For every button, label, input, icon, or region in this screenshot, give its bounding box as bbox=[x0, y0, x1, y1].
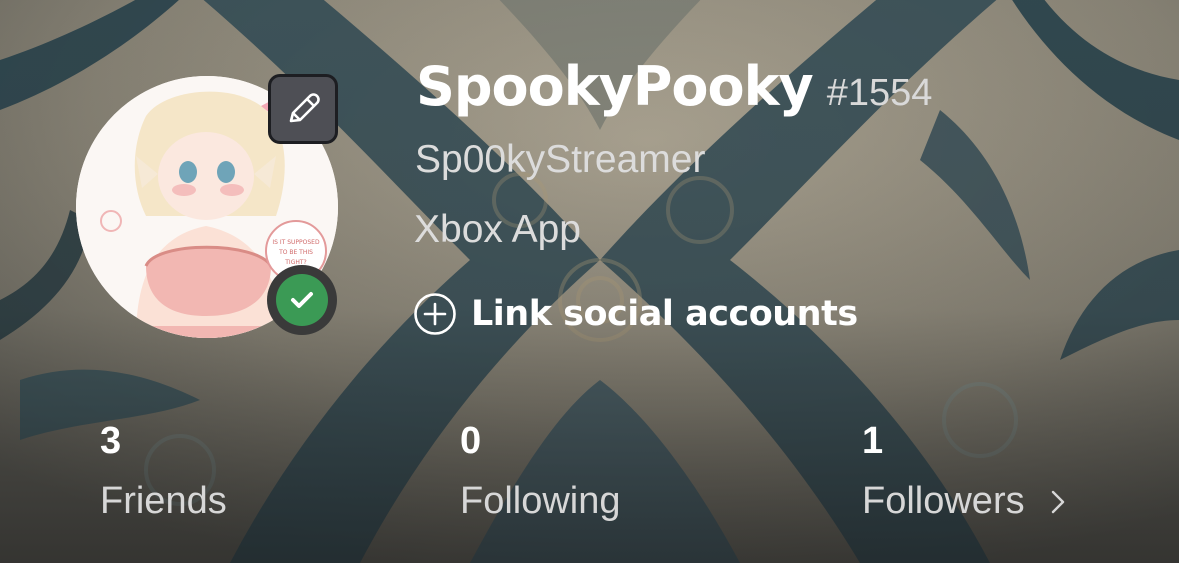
following-count: 0 bbox=[460, 420, 482, 462]
platform-label: Xbox App bbox=[414, 208, 581, 251]
real-name: Sp00kyStreamer bbox=[415, 138, 706, 181]
friends-label: Friends bbox=[100, 480, 227, 522]
following-stat[interactable]: 0 Following bbox=[460, 420, 621, 523]
gamertag-row: SpookyPooky #1554 bbox=[416, 55, 932, 118]
gamertag: SpookyPooky bbox=[416, 55, 814, 118]
chevron-right-icon bbox=[1050, 489, 1066, 519]
link-social-accounts-button[interactable]: Link social accounts bbox=[413, 292, 858, 336]
followers-stat[interactable]: 1 Followers bbox=[862, 420, 1066, 523]
avatar-speech-text: IS IT SUPPOSED bbox=[272, 239, 320, 246]
pencil-icon bbox=[289, 93, 320, 123]
svg-text:TO BE THIS: TO BE THIS bbox=[278, 249, 313, 256]
edit-avatar-button[interactable] bbox=[268, 74, 338, 144]
checkmark-icon bbox=[291, 292, 313, 308]
followers-label: Followers bbox=[862, 480, 1025, 522]
following-label: Following bbox=[460, 480, 621, 522]
link-social-accounts-label: Link social accounts bbox=[471, 294, 858, 334]
online-status-badge bbox=[276, 274, 328, 326]
plus-circle-icon bbox=[413, 292, 457, 336]
followers-count: 1 bbox=[862, 420, 884, 462]
gamertag-suffix: #1554 bbox=[826, 72, 933, 114]
friends-count: 3 bbox=[100, 420, 122, 462]
friends-stat[interactable]: 3 Friends bbox=[100, 420, 227, 523]
profile-header: IS IT SUPPOSED TO BE THIS TIGHT? SpookyP… bbox=[0, 0, 1179, 563]
presence-indicator bbox=[267, 265, 337, 335]
